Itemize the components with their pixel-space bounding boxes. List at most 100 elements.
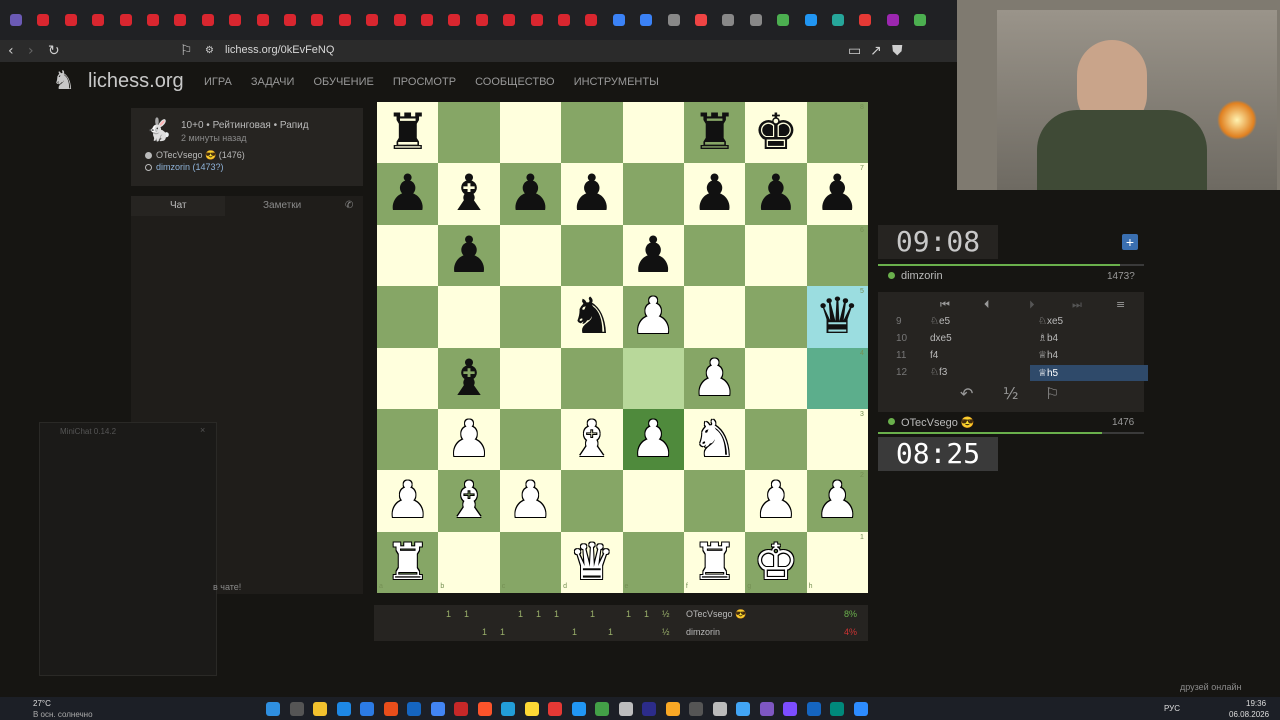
browser-tab[interactable] bbox=[147, 14, 159, 26]
white-piece-f4[interactable]: ♟ bbox=[684, 348, 745, 409]
score-point[interactable]: 1 bbox=[536, 609, 541, 619]
square-g4[interactable] bbox=[745, 347, 807, 409]
browser-tab[interactable] bbox=[119, 14, 132, 26]
taskbar-app-icon[interactable] bbox=[571, 702, 586, 716]
white-piece-g2[interactable]: ♟ bbox=[745, 470, 806, 531]
white-player-info[interactable]: OTecVsego 😎 (1476) bbox=[145, 150, 245, 161]
square-g3[interactable] bbox=[745, 408, 807, 471]
browser-tab[interactable] bbox=[695, 14, 707, 26]
score-point[interactable]: 1 bbox=[518, 609, 523, 619]
browser-tab[interactable] bbox=[612, 14, 625, 26]
white-piece-e5[interactable]: ♟ bbox=[623, 286, 684, 347]
shield-icon[interactable]: ⛊ bbox=[892, 43, 903, 59]
white-piece-g1[interactable]: ♚ bbox=[745, 532, 806, 593]
language-indicator[interactable]: РУС bbox=[1164, 704, 1180, 713]
square-c6[interactable] bbox=[499, 224, 562, 287]
browser-tab[interactable] bbox=[174, 14, 187, 26]
browser-tab[interactable] bbox=[421, 14, 433, 26]
offer-draw-button[interactable]: ½ bbox=[1003, 384, 1019, 403]
browser-tab[interactable] bbox=[558, 14, 570, 26]
taskbar-app-icon[interactable] bbox=[806, 702, 821, 716]
square-h4[interactable] bbox=[806, 347, 869, 409]
white-piece-a2[interactable]: ♟ bbox=[377, 470, 438, 531]
chess-board[interactable]: a b c d e f g h 8 7 6 5 4 3 2 1 ♜ ♜ ♚ ♟ ♝ ♟ ♟ ♟ ♟ ♟ ♟ ♟ ♞ ♟ ♛ ♝ ♟ ♟ ♝ ♟ ♞ ♟ ♝ ♟… bbox=[377, 102, 869, 594]
browser-tab[interactable] bbox=[256, 14, 269, 26]
taskbar-app-icon[interactable] bbox=[477, 702, 492, 716]
square-e8[interactable] bbox=[622, 102, 684, 164]
screenshot-icon[interactable]: ▭ bbox=[848, 43, 861, 59]
square-d8[interactable] bbox=[561, 102, 623, 164]
bookmark-icon[interactable]: ⚐ bbox=[180, 43, 193, 59]
square-g5[interactable] bbox=[745, 286, 807, 348]
browser-tab[interactable] bbox=[859, 14, 872, 26]
nav-watch[interactable]: ПРОСМОТР bbox=[393, 76, 456, 88]
score-point[interactable]: 1 bbox=[554, 609, 559, 619]
square-e7[interactable] bbox=[622, 163, 684, 225]
taskbar-app-icon[interactable] bbox=[830, 702, 844, 716]
square-b8[interactable] bbox=[438, 102, 500, 164]
white-piece-f3[interactable]: ♞ bbox=[684, 409, 745, 470]
white-piece-e3[interactable]: ♟ bbox=[623, 409, 684, 470]
score-point[interactable]: ½ bbox=[662, 609, 670, 619]
browser-tab[interactable] bbox=[722, 14, 735, 26]
taskbar-app-icon[interactable] bbox=[407, 702, 421, 716]
black-piece-h5[interactable]: ♛ bbox=[807, 286, 868, 347]
tab-chat[interactable]: Чат bbox=[170, 200, 187, 211]
score-point[interactable]: ½ bbox=[662, 627, 670, 637]
taskbar-app-icon[interactable] bbox=[618, 702, 633, 716]
browser-tab[interactable] bbox=[393, 14, 406, 26]
nav-play[interactable]: ИГРА bbox=[204, 76, 232, 88]
last-move-icon[interactable]: ⏭ bbox=[1072, 298, 1082, 312]
white-move[interactable]: ♘e5 bbox=[930, 316, 950, 327]
white-piece-b2[interactable]: ♝ bbox=[438, 470, 499, 531]
white-move[interactable]: ♘f3 bbox=[930, 367, 947, 378]
taskbar-app-icon[interactable] bbox=[289, 702, 304, 716]
opponent-name[interactable]: dimzorin bbox=[901, 270, 943, 282]
score-point[interactable]: 1 bbox=[500, 627, 505, 637]
browser-tab[interactable] bbox=[749, 14, 762, 26]
taskbar-app-icon[interactable] bbox=[336, 702, 351, 716]
share-icon[interactable]: ↗ bbox=[870, 43, 882, 59]
white-piece-b3[interactable]: ♟ bbox=[438, 409, 499, 470]
square-e2[interactable] bbox=[622, 470, 684, 532]
black-piece-f8[interactable]: ♜ bbox=[684, 102, 745, 163]
taskbar-app-icon[interactable] bbox=[642, 702, 656, 716]
taskbar-app-icon[interactable] bbox=[853, 702, 868, 716]
nav-puzzles[interactable]: ЗАДАЧИ bbox=[251, 76, 295, 88]
square-b1[interactable] bbox=[438, 531, 500, 594]
square-d2[interactable] bbox=[561, 470, 623, 532]
weather-temp[interactable]: 27°C bbox=[33, 699, 51, 708]
square-f5[interactable] bbox=[683, 286, 746, 348]
browser-tab[interactable] bbox=[667, 14, 680, 26]
browser-tab[interactable] bbox=[503, 14, 516, 26]
score-point[interactable]: 1 bbox=[608, 627, 613, 637]
square-h3[interactable] bbox=[806, 408, 869, 471]
browser-tab[interactable] bbox=[229, 14, 242, 26]
square-c1[interactable] bbox=[499, 531, 562, 594]
taskbar-app-icon[interactable] bbox=[736, 702, 750, 716]
first-move-icon[interactable]: ⏮ bbox=[940, 298, 950, 312]
white-move[interactable]: f4 bbox=[930, 350, 938, 361]
browser-tab[interactable] bbox=[475, 14, 488, 26]
white-piece-a1[interactable]: ♜ bbox=[377, 532, 438, 593]
black-piece-f7[interactable]: ♟ bbox=[684, 163, 745, 224]
browser-tab[interactable] bbox=[201, 14, 214, 26]
square-f2[interactable] bbox=[683, 470, 746, 532]
taskbar-app-icon[interactable] bbox=[689, 702, 703, 716]
minichat-window[interactable]: MiniChat 0.14.2 × bbox=[39, 422, 217, 676]
score-point[interactable]: 1 bbox=[464, 609, 469, 619]
taskbar-app-icon[interactable] bbox=[501, 702, 515, 716]
browser-tab[interactable] bbox=[338, 14, 351, 26]
taskbar-app-icon[interactable] bbox=[383, 702, 398, 716]
square-g6[interactable] bbox=[745, 224, 807, 287]
score-point[interactable]: 1 bbox=[482, 627, 487, 637]
score-point[interactable]: 1 bbox=[590, 609, 595, 619]
lichess-logo[interactable]: ♞ lichess.org bbox=[52, 66, 192, 98]
white-piece-h2[interactable]: ♟ bbox=[807, 470, 868, 531]
browser-tab[interactable] bbox=[366, 14, 379, 26]
square-b5[interactable] bbox=[438, 286, 500, 348]
square-a6[interactable] bbox=[377, 224, 439, 287]
black-move-current[interactable]: ♕h5 bbox=[1030, 365, 1148, 381]
reload-icon[interactable]: ↻ bbox=[48, 43, 60, 59]
black-piece-e6[interactable]: ♟ bbox=[623, 225, 684, 286]
